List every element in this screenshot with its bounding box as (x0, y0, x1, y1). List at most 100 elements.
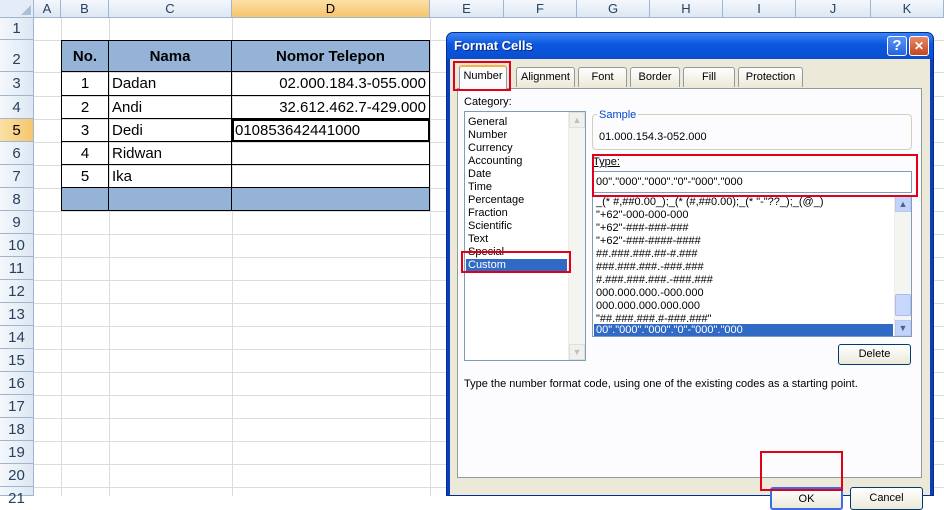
delete-button[interactable]: Delete (838, 344, 911, 365)
scroll-up-icon[interactable]: ▲ (895, 196, 911, 212)
footer-cell[interactable] (109, 188, 232, 211)
row-header-19[interactable]: 19 (0, 441, 34, 464)
cell-telepon[interactable] (232, 165, 430, 188)
format-code-item[interactable]: "+62"-###-###-### (596, 222, 689, 235)
row-header-4[interactable]: 4 (0, 96, 34, 119)
scroll-up-icon[interactable]: ▲ (569, 112, 585, 128)
cell-telepon[interactable]: 02.000.184.3-055.000 (232, 72, 430, 96)
cancel-button[interactable]: Cancel (850, 487, 923, 510)
format-code-item[interactable]: _(* #,##0.00_);_(* (#,##0.00);_(* "-"??_… (596, 196, 823, 209)
close-button[interactable]: ✕ (909, 36, 929, 56)
column-header-c[interactable]: C (109, 0, 232, 18)
cell-nama[interactable]: Dedi (109, 119, 232, 142)
cell-no[interactable]: 3 (61, 119, 109, 142)
row-header-9[interactable]: 9 (0, 211, 34, 234)
column-header-h[interactable]: H (650, 0, 723, 18)
format-code-item[interactable]: "+62"-###-####-#### (596, 235, 701, 248)
cell-no[interactable]: 4 (61, 142, 109, 165)
column-header-i[interactable]: I (723, 0, 796, 18)
row-header-20[interactable]: 20 (0, 464, 34, 487)
format-code-item[interactable]: 000.000.000.000.000 (596, 300, 700, 313)
row-header-18[interactable]: 18 (0, 418, 34, 441)
tab-alignment[interactable]: Alignment (516, 67, 575, 87)
format-code-item[interactable]: ##.###.###.##-#.### (596, 248, 698, 261)
format-code-list[interactable]: _(* #,##0.00_);_(* (#,##0.00);_(* "-"??_… (592, 195, 912, 337)
header-cell-telepon[interactable]: Nomor Telepon (232, 40, 430, 72)
tab-font[interactable]: Font (578, 67, 627, 87)
row-header-6[interactable]: 6 (0, 142, 34, 165)
category-item[interactable]: Number (468, 129, 507, 142)
row-header-17[interactable]: 17 (0, 395, 34, 418)
cell-telepon[interactable] (232, 142, 430, 165)
column-header-g[interactable]: G (577, 0, 650, 18)
column-header-j[interactable]: J (796, 0, 871, 18)
cell-no[interactable]: 2 (61, 96, 109, 119)
format-code-item-selected[interactable]: 00"."000"."000"."0"-"000"."000 (594, 324, 893, 336)
row-header-21[interactable]: 21 (0, 487, 34, 507)
tab-fill[interactable]: Fill (683, 67, 735, 87)
row-header-1[interactable]: 1 (0, 18, 34, 40)
row-header-11[interactable]: 11 (0, 257, 34, 280)
tab-protection[interactable]: Protection (738, 67, 803, 87)
row-header-16[interactable]: 16 (0, 372, 34, 395)
format-code-scrollbar[interactable]: ▲ ▼ (894, 196, 911, 336)
header-cell-no[interactable]: No. (61, 40, 109, 72)
category-item[interactable]: Percentage (468, 194, 524, 207)
cell-no[interactable]: 1 (61, 72, 109, 96)
category-item[interactable]: Special (468, 246, 504, 259)
format-code-item[interactable]: ###.###.###.-###.### (596, 261, 704, 274)
sample-label: Sample (597, 109, 639, 121)
row-header-12[interactable]: 12 (0, 280, 34, 303)
category-item[interactable]: General (468, 116, 507, 129)
column-header-b[interactable]: B (61, 0, 109, 18)
row-header-10[interactable]: 10 (0, 234, 34, 257)
format-code-item[interactable]: "+62"-000-000-000 (596, 209, 689, 222)
scroll-thumb[interactable] (895, 294, 911, 316)
row-header-14[interactable]: 14 (0, 326, 34, 349)
category-item[interactable]: Currency (468, 142, 513, 155)
cell-nama[interactable]: Andi (109, 96, 232, 119)
category-item[interactable]: Time (468, 181, 492, 194)
help-button[interactable]: ? (887, 36, 907, 56)
cell-no[interactable]: 5 (61, 165, 109, 188)
scroll-down-icon[interactable]: ▼ (569, 344, 585, 360)
format-code-item[interactable]: 000.000.000.-000.000 (596, 287, 704, 300)
row-header-5[interactable]: 5 (0, 119, 34, 142)
column-header-a[interactable]: A (34, 0, 61, 18)
row-header-2[interactable]: 2 (0, 40, 34, 72)
column-header-d[interactable]: D (232, 0, 430, 18)
category-scrollbar[interactable]: ▲ ▼ (568, 112, 585, 360)
select-all-corner[interactable] (0, 0, 34, 18)
active-cell-telepon[interactable]: 010853642441000 (232, 119, 430, 142)
format-code-item[interactable]: #.###.###.###.-###.### (596, 274, 713, 287)
row-header-7[interactable]: 7 (0, 165, 34, 188)
cell-nama[interactable]: Ridwan (109, 142, 232, 165)
category-item[interactable]: Scientific (468, 220, 512, 233)
category-item[interactable]: Date (468, 168, 491, 181)
row-header-8[interactable]: 8 (0, 188, 34, 211)
footer-cell[interactable] (232, 188, 430, 211)
row-header-15[interactable]: 15 (0, 349, 34, 372)
cell-nama[interactable]: Dadan (109, 72, 232, 96)
footer-cell[interactable] (61, 188, 109, 211)
column-header-k[interactable]: K (871, 0, 944, 18)
dialog-title: Format Cells (454, 38, 533, 53)
column-header-f[interactable]: F (504, 0, 577, 18)
category-item[interactable]: Text (468, 233, 488, 246)
row-header-3[interactable]: 3 (0, 72, 34, 96)
tab-border[interactable]: Border (630, 67, 680, 87)
header-cell-nama[interactable]: Nama (109, 40, 232, 72)
scroll-down-icon[interactable]: ▼ (895, 320, 911, 336)
cell-telepon[interactable]: 32.612.462.7-429.000 (232, 96, 430, 119)
column-header-e[interactable]: E (430, 0, 504, 18)
dialog-titlebar[interactable]: Format Cells ? ✕ (447, 33, 933, 59)
type-input[interactable]: 00"."000"."000"."0"-"000"."000 (592, 171, 912, 193)
ok-button[interactable]: OK (770, 487, 843, 510)
row-header-13[interactable]: 13 (0, 303, 34, 326)
tab-number[interactable]: Number (459, 65, 507, 89)
category-item-custom[interactable]: Custom (466, 259, 567, 272)
cell-nama[interactable]: Ika (109, 165, 232, 188)
category-item[interactable]: Fraction (468, 207, 508, 220)
category-item[interactable]: Accounting (468, 155, 522, 168)
category-list[interactable]: General Number Currency Accounting Date … (464, 111, 586, 361)
